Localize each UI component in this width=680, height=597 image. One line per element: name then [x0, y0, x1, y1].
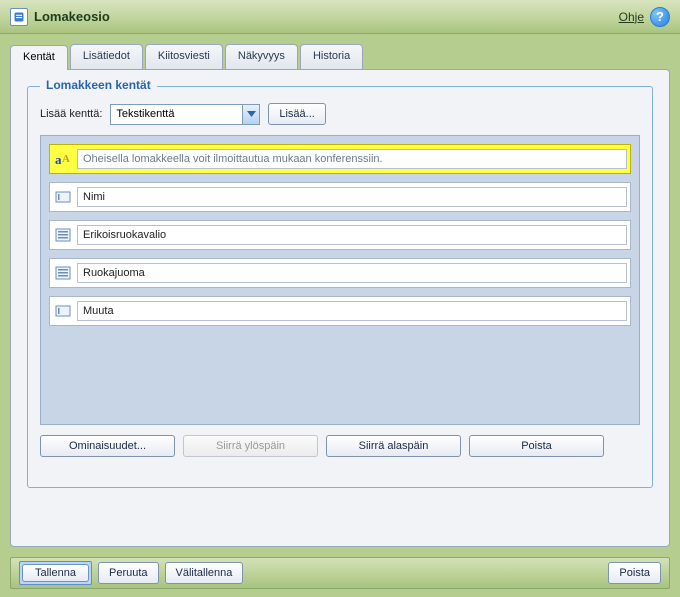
svg-text:a: a [55, 152, 62, 167]
select-list-icon [53, 263, 73, 283]
tab-label: Kentät [23, 51, 55, 63]
add-field-label: Lisää kenttä: [40, 108, 102, 120]
bottom-toolbar: Tallenna Peruuta Välitallenna Poista [10, 557, 670, 589]
titlebar-right: Ohje ? [619, 7, 670, 27]
svg-text:A: A [62, 153, 70, 165]
field-actions: Ominaisuudet... Siirrä ylöspäin Siirrä a… [40, 435, 640, 457]
list-item[interactable] [49, 296, 631, 326]
fieldset-legend: Lomakkeen kentät [40, 78, 157, 92]
tab-kiitosviesti[interactable]: Kiitosviesti [145, 44, 223, 69]
save-draft-button[interactable]: Välitallenna [165, 562, 244, 584]
tab-panel: Lomakkeen kentät Lisää kenttä: Tekstiken… [10, 69, 670, 547]
fields-list: aA [40, 135, 640, 425]
window: Lomakeosio Ohje ? Kentät Lisätiedot Kiit… [0, 0, 680, 597]
properties-button[interactable]: Ominaisuudet... [40, 435, 175, 457]
list-item[interactable] [49, 258, 631, 288]
form-module-icon [10, 8, 28, 26]
cancel-button[interactable]: Peruuta [98, 562, 159, 584]
add-field-row: Lisää kenttä: Tekstikenttä Lisää... [40, 103, 640, 125]
button-label: Ominaisuudet... [69, 440, 146, 452]
tab-lisatiedot[interactable]: Lisätiedot [70, 44, 143, 69]
button-label: Poista [521, 440, 552, 452]
button-label: Lisää... [279, 108, 314, 120]
move-down-button[interactable]: Siirrä alaspäin [326, 435, 461, 457]
text-input-icon [53, 301, 73, 321]
tab-bar: Kentät Lisätiedot Kiitosviesti Näkyvyys … [10, 44, 670, 69]
list-item[interactable] [49, 220, 631, 250]
field-name-input[interactable] [77, 187, 627, 207]
text-style-icon: aA [53, 149, 73, 169]
move-up-button: Siirrä ylöspäin [183, 435, 318, 457]
titlebar: Lomakeosio Ohje ? [0, 0, 680, 34]
tab-historia[interactable]: Historia [300, 44, 363, 69]
tab-label: Historia [313, 50, 350, 62]
tab-nakyvyys[interactable]: Näkyvyys [225, 44, 298, 69]
help-link[interactable]: Ohje [619, 10, 644, 24]
select-list-icon [53, 225, 73, 245]
help-icon[interactable]: ? [650, 7, 670, 27]
chevron-down-icon [242, 105, 259, 124]
button-label: Siirrä alaspäin [359, 440, 429, 452]
delete-field-button[interactable]: Poista [469, 435, 604, 457]
button-label: Välitallenna [176, 567, 233, 579]
save-button[interactable]: Tallenna [19, 561, 92, 585]
field-name-input[interactable] [77, 225, 627, 245]
tab-label: Kiitosviesti [158, 50, 210, 62]
field-name-input[interactable] [77, 263, 627, 283]
tab-kentat[interactable]: Kentät [10, 45, 68, 70]
tab-label: Näkyvyys [238, 50, 285, 62]
select-value: Tekstikenttä [116, 108, 174, 120]
button-label: Poista [619, 567, 650, 579]
field-name-input[interactable] [77, 301, 627, 321]
button-label: Tallenna [22, 564, 89, 582]
list-item[interactable] [49, 182, 631, 212]
delete-form-button[interactable]: Poista [608, 562, 661, 584]
button-label: Peruuta [109, 567, 148, 579]
window-title: Lomakeosio [34, 9, 110, 24]
add-field-button[interactable]: Lisää... [268, 103, 325, 125]
list-item[interactable]: aA [49, 144, 631, 174]
text-input-icon [53, 187, 73, 207]
field-type-select[interactable]: Tekstikenttä [110, 104, 260, 125]
form-fields-fieldset: Lomakkeen kentät Lisää kenttä: Tekstiken… [27, 86, 653, 488]
workspace: Kentät Lisätiedot Kiitosviesti Näkyvyys … [10, 44, 670, 547]
button-label: Siirrä ylöspäin [216, 440, 285, 452]
field-name-input[interactable] [77, 149, 627, 169]
tab-label: Lisätiedot [83, 50, 130, 62]
